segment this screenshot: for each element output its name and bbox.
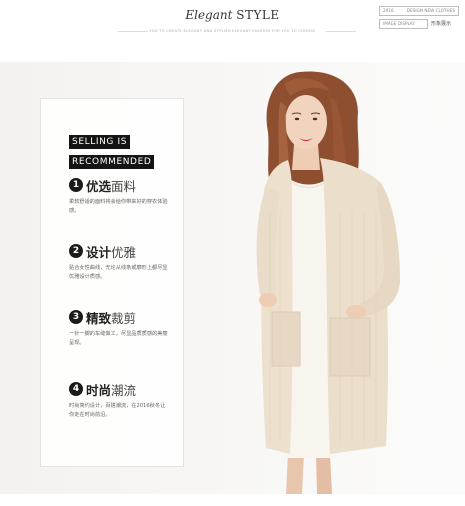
recommended-badge: SELLING IS RECOMMENDED [69, 129, 155, 169]
number-badge: 4 [69, 382, 83, 396]
selling-points-panel: SELLING IS RECOMMENDED 1 优选 面料 柔软舒适的面料将会给… [40, 98, 184, 467]
selling-point-3: 3 精致 裁剪 一针一脚的车缝做工，尽显品质质感的美丽呈现。 [69, 310, 168, 346]
selling-point-desc: 时尚简约设计，百搭潮流，在2016秋冬让你走在时尚前沿。 [69, 403, 166, 418]
selling-point-4: 4 时尚 潮流 时尚简约设计，百搭潮流，在2016秋冬让你走在时尚前沿。 [69, 381, 179, 420]
selling-point-desc: 一针一脚的车缝做工，尽显品质质感的美丽呈现。 [69, 331, 168, 346]
divider [326, 31, 356, 32]
model-photo [256, 71, 400, 494]
selling-point-1: 1 优选 面料 柔软舒适的面料将会给你带来好的穿衣体验感。 [69, 178, 168, 214]
number-badge: 2 [69, 244, 83, 258]
number-badge: 1 [69, 178, 83, 192]
product-scene: SELLING IS RECOMMENDED 1 优选 面料 柔软舒适的面料将会给… [0, 62, 465, 494]
header-tags: 2016 DESIGN NEW CLOTHES IMAGE DISPLAY 形象展… [379, 6, 459, 30]
number-badge: 3 [69, 310, 83, 324]
tag-image-display: IMAGE DISPLAY 形象展示 [379, 19, 459, 29]
page-header: Elegant STYLE YOU TO CREATE ELEGANT AND … [0, 0, 465, 40]
selling-point-2: 2 设计 优雅 贴合女性曲线，无论从线条或廓形上都尽显优雅设计质感。 [69, 244, 168, 280]
selling-point-desc: 贴合女性曲线，无论从线条或廓形上都尽显优雅设计质感。 [69, 265, 168, 280]
tag-new-clothes: 2016 DESIGN NEW CLOTHES [379, 6, 459, 16]
selling-point-desc: 柔软舒适的面料将会给你带来好的穿衣体验感。 [69, 199, 168, 214]
